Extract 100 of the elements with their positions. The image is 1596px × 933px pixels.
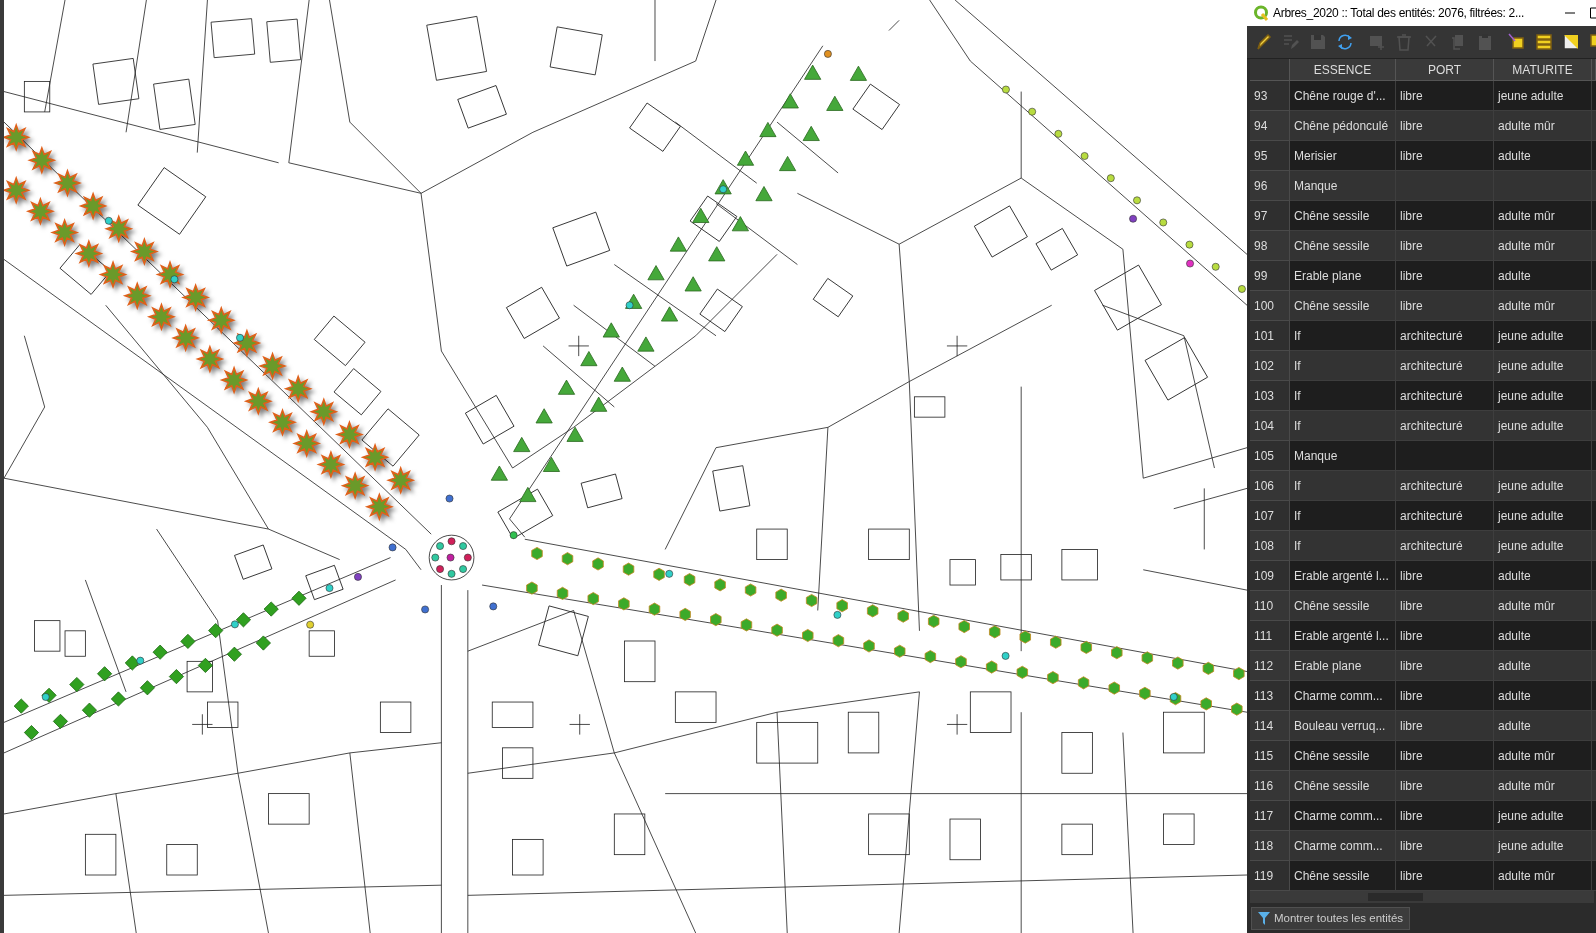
table-cell: libre [1396,651,1494,681]
table-cell: architecturé [1396,471,1494,501]
table-cell: adulte mûr [1494,201,1592,231]
table-cell: libre [1396,201,1494,231]
table-cell: architecturé [1396,381,1494,411]
row-number: 107 [1250,501,1290,531]
table-cell: Erable argenté l... [1290,561,1396,591]
row-number: 99 [1250,261,1290,291]
table-cell: Manque [1290,171,1396,201]
table-cell: libre [1396,621,1494,651]
table-cell: adulte mûr [1494,111,1592,141]
table-cell: adulte [1494,681,1592,711]
table-cell: If [1290,321,1396,351]
table-cell: If [1290,351,1396,381]
row-number: 103 [1250,381,1290,411]
table-cell: Chêne sessile [1290,771,1396,801]
table-cell: architecturé [1396,411,1494,441]
row-number: 118 [1250,831,1290,861]
show-all-features-button[interactable]: Montrer toutes les entités [1251,906,1411,930]
table-cell: jeune adulte [1494,501,1592,531]
row-number: 115 [1250,741,1290,771]
table-cell: adulte [1494,711,1592,741]
table-cell: adulte mûr [1494,231,1592,261]
table-cell: adulte [1494,141,1592,171]
table-cell: Erable plane [1290,261,1396,291]
row-number: 105 [1250,441,1290,471]
multi-edit-icon [1281,32,1301,52]
table-cell: Chêne rouge d'... [1290,81,1396,111]
table-cell: jeune adulte [1494,381,1592,411]
table-cell: adulte [1494,621,1592,651]
table-cell: Manque [1290,441,1396,471]
table-cell: If [1290,471,1396,501]
table-cell: libre [1396,591,1494,621]
row-number: 104 [1250,411,1290,441]
row-number: 113 [1250,681,1290,711]
table-cell: libre [1396,111,1494,141]
table-cell: Erable argenté l... [1290,621,1396,651]
reload-icon [1335,32,1355,52]
table-cell: Chêne sessile [1290,291,1396,321]
column-header[interactable]: MATURITE [1494,59,1592,81]
table-cell: libre [1396,561,1494,591]
table-cell: libre [1396,771,1494,801]
row-number: 114 [1250,711,1290,741]
table-cell: jeune adulte [1494,351,1592,381]
table-cell: libre [1396,741,1494,771]
header-corner[interactable] [1250,59,1290,81]
table-cell: Charme comm... [1290,681,1396,711]
window-title: Arbres_2020 :: Total des entités: 2076, filtrées: 2... [1273,6,1525,20]
column-header[interactable]: PORT [1396,59,1494,81]
maximize-icon[interactable] [1590,7,1596,19]
table-cell: libre [1396,291,1494,321]
pencil-icon [1254,32,1274,52]
row-number: 116 [1250,771,1290,801]
table-cell: architecturé [1396,321,1494,351]
row-number: 94 [1250,111,1290,141]
row-number: 98 [1250,231,1290,261]
table-cell: libre [1396,141,1494,171]
row-number: 100 [1250,291,1290,321]
select-all-icon [1534,32,1554,52]
table-cell: Charme comm... [1290,831,1396,861]
row-number: 112 [1250,651,1290,681]
table-cell: adulte mûr [1494,591,1592,621]
table-cell: libre [1396,231,1494,261]
horizontal-scrollbar[interactable] [1250,891,1594,903]
table-cell: libre [1396,261,1494,291]
row-number: 110 [1250,591,1290,621]
funnel-icon [1258,911,1270,925]
column-header[interactable]: ESSENCE [1290,59,1396,81]
row-number: 111 [1250,621,1290,651]
row-number: 101 [1250,321,1290,351]
table-cell: If [1290,531,1396,561]
trash-icon [1394,32,1414,52]
row-number: 93 [1250,81,1290,111]
table-cell: adulte [1494,651,1592,681]
table-cell: libre [1396,831,1494,861]
invert-selection-icon [1561,32,1581,52]
table-cell: jeune adulte [1494,531,1592,561]
row-number: 106 [1250,471,1290,501]
table-cell: adulte mûr [1494,741,1592,771]
table-cell: libre [1396,81,1494,111]
table-cell: jeune adulte [1494,471,1592,501]
row-number: 108 [1250,531,1290,561]
table-cell: adulte mûr [1494,291,1592,321]
table-cell: Chêne sessile [1290,231,1396,261]
row-number: 96 [1250,171,1290,201]
table-cell: jeune adulte [1494,831,1592,861]
row-number: 95 [1250,141,1290,171]
table-cell: Bouleau verruq... [1290,711,1396,741]
table-cell: adulte [1494,261,1592,291]
table-cell: architecturé [1396,531,1494,561]
table-cell: Erable plane [1290,651,1396,681]
table-cell: adulte mûr [1494,771,1592,801]
table-cell: If [1290,501,1396,531]
table-cell: Chêne sessile [1290,201,1396,231]
table-cell: architecturé [1396,351,1494,381]
table-cell: Chêne sessile [1290,591,1396,621]
table-cell: If [1290,381,1396,411]
table-cell: If [1290,411,1396,441]
table-cell: Chêne sessile [1290,861,1396,891]
row-number: 117 [1250,801,1290,831]
